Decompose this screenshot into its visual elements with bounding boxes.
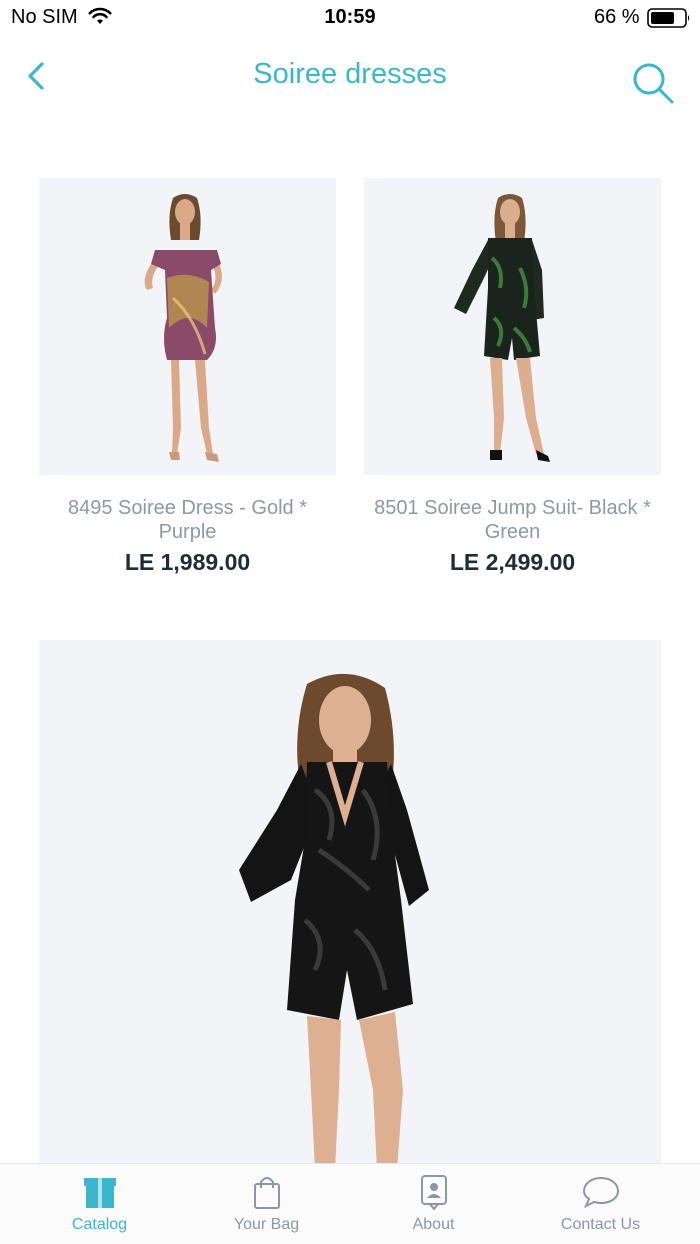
tab-about[interactable]: About — [346, 1164, 521, 1244]
model-figure — [144, 194, 222, 462]
product-card[interactable]: 8501 Soiree Jump Suit- Black * Green LE … — [364, 178, 661, 578]
catalog-box-icon — [84, 1178, 116, 1208]
product-image[interactable] — [39, 178, 336, 475]
battery-percentage: 66 % — [594, 6, 640, 28]
tab-label: Contact Us — [560, 1216, 641, 1233]
nav-bar: Soiree dresses — [0, 40, 700, 112]
product-card[interactable] — [39, 640, 661, 1170]
product-price: LE 2,499.00 — [449, 549, 576, 575]
model-figure — [454, 194, 550, 462]
about-contact-card-icon — [421, 1175, 447, 1210]
product-image[interactable] — [39, 640, 661, 1170]
product-image[interactable] — [364, 178, 661, 475]
status-bar: No SIM 10:59 66 % — [0, 0, 700, 36]
tab-bar: Catalog Your Bag About Contact Us — [0, 1163, 700, 1244]
page-title: Soiree dresses — [253, 58, 447, 90]
product-name[interactable]: 8495 Soiree Dress - Gold * Purple — [39, 496, 336, 544]
model-figure — [239, 673, 429, 1170]
tab-your-bag[interactable]: Your Bag — [179, 1164, 354, 1244]
chat-bubble-icon — [582, 1176, 620, 1209]
tab-label: Your Bag — [233, 1216, 300, 1233]
product-price: LE 1,989.00 — [124, 549, 251, 575]
shopping-bag-icon — [254, 1177, 280, 1209]
tab-contact-us[interactable]: Contact Us — [513, 1164, 688, 1244]
tab-label: Catalog — [71, 1216, 128, 1233]
tab-label: About — [412, 1216, 455, 1233]
product-card[interactable]: 8495 Soiree Dress - Gold * Purple LE 1,9… — [39, 178, 336, 578]
battery-icon — [647, 8, 690, 28]
tab-catalog[interactable]: Catalog — [12, 1164, 187, 1244]
product-name[interactable]: 8501 Soiree Jump Suit- Black * Green — [364, 496, 661, 544]
search-icon[interactable] — [630, 60, 676, 106]
